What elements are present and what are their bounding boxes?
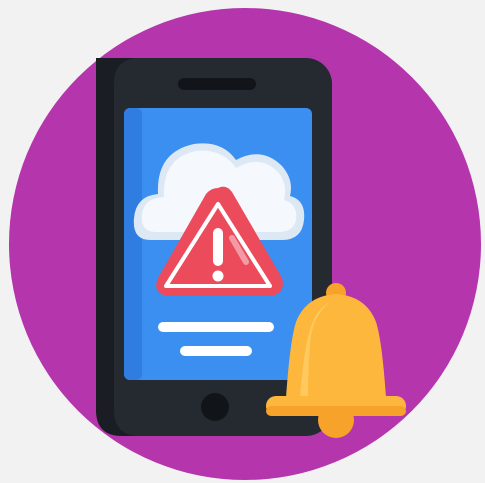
phone-home-button	[201, 393, 229, 421]
phone-speaker	[178, 78, 256, 90]
bell-rim-shade	[266, 406, 406, 416]
screen-text-line-2	[180, 346, 252, 356]
phone-screen-shade	[124, 108, 142, 380]
phone-alert-notification-icon	[9, 8, 481, 480]
screen-text-line-1	[158, 322, 274, 332]
warning-exclamation-dot	[212, 270, 224, 282]
warning-exclamation-bar	[213, 228, 223, 266]
illustration-canvas	[0, 0, 485, 483]
